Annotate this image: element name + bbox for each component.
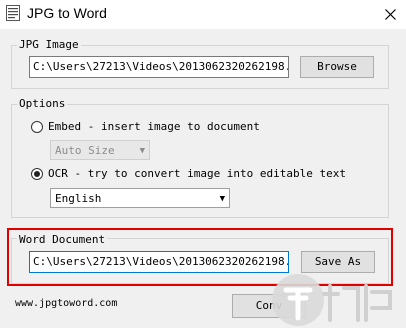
size-select: Auto Size ▼ (50, 140, 150, 160)
options-legend: Options (17, 97, 68, 110)
jpg-path-input[interactable]: C:\Users\27213\Videos\2013062320262198.j… (29, 56, 289, 78)
browse-button[interactable]: Browse (300, 56, 374, 78)
embed-radio[interactable] (31, 121, 43, 133)
title-bar: JPG to Word (0, 0, 406, 29)
watermark-logo (272, 274, 392, 326)
ocr-radio[interactable] (31, 168, 43, 180)
website-link[interactable]: www.jpgtoword.com (15, 298, 117, 309)
embed-label[interactable]: Embed - insert image to document (48, 120, 260, 133)
jpg-image-legend: JPG Image (17, 38, 81, 51)
close-icon (384, 8, 396, 20)
size-select-value: Auto Size (55, 144, 115, 157)
language-select[interactable]: English ▼ (50, 188, 230, 208)
chevron-down-icon: ▼ (139, 146, 145, 156)
radio-selected-dot (34, 171, 40, 177)
window-title: JPG to Word (27, 5, 107, 21)
language-select-value: English (55, 192, 102, 205)
chevron-down-icon: ▼ (219, 194, 225, 204)
document-icon (6, 5, 20, 21)
close-button[interactable] (376, 2, 404, 26)
ocr-label[interactable]: OCR - try to convert image into editable… (48, 167, 346, 180)
